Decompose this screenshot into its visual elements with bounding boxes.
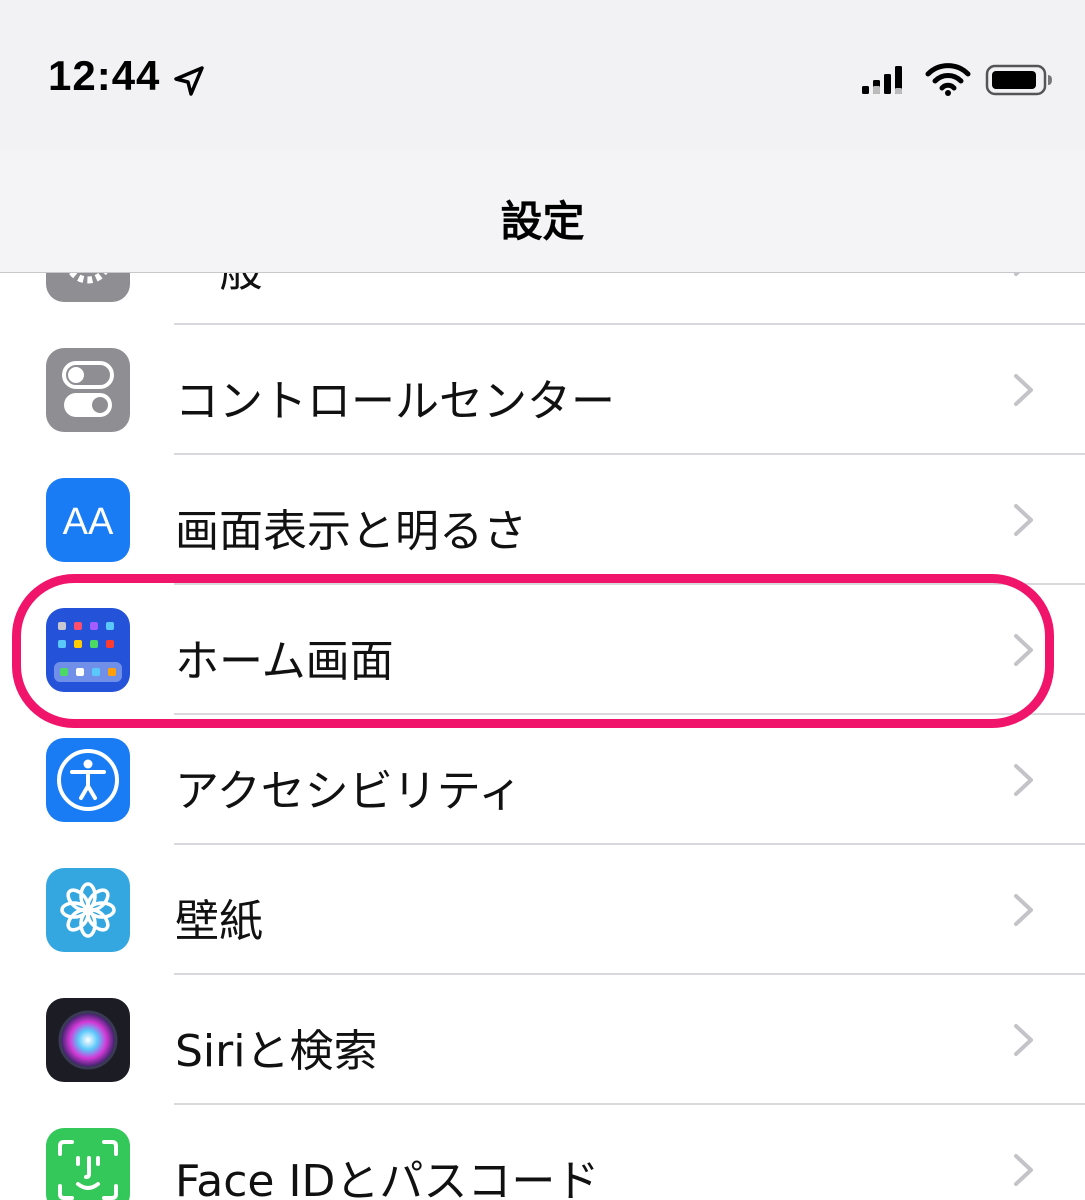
home-screen-grid-icon <box>46 608 130 692</box>
wifi-icon <box>925 63 971 96</box>
settings-row-face-id-passcode[interactable]: Face IDとパスコード <box>0 1105 1085 1200</box>
chevron-right-icon <box>1014 1154 1033 1186</box>
settings-row-label: コントロールセンター <box>175 376 615 427</box>
siri-icon <box>46 998 130 1082</box>
page-title: 設定 <box>500 197 585 246</box>
settings-row-label: Face IDとパスコード <box>175 1156 600 1200</box>
settings-row-general[interactable]: 一般 <box>0 273 1085 325</box>
cellular-signal-icon <box>862 66 902 94</box>
settings-row-label: アクセシビリティ <box>175 766 523 817</box>
location-arrow-icon <box>174 66 204 96</box>
settings-row-label: 画面表示と明るさ <box>175 506 527 557</box>
settings-row-label: 壁紙 <box>175 896 263 947</box>
accessibility-person-icon <box>46 738 130 822</box>
settings-row-label: Siriと検索 <box>175 1026 378 1077</box>
settings-row-display-brightness[interactable]: AA 画面表示と明るさ <box>0 455 1085 585</box>
settings-row-home-screen[interactable]: ホーム画面 <box>0 585 1085 715</box>
text-size-icon-letters: AA <box>63 501 114 543</box>
settings-row-control-center[interactable]: コントロールセンター <box>0 325 1085 455</box>
settings-list[interactable]: 一般 コントロールセンター AA 画 <box>0 273 1085 1200</box>
chevron-right-icon <box>1014 374 1033 406</box>
status-bar: 12:44 <box>0 0 1085 150</box>
chevron-right-icon <box>1014 634 1033 666</box>
toggle-switches-icon <box>46 348 130 432</box>
gear-icon <box>46 273 130 302</box>
chevron-right-icon <box>1014 894 1033 926</box>
chevron-right-icon <box>1014 504 1033 536</box>
settings-row-label: 一般 <box>175 273 263 299</box>
settings-row-label: ホーム画面 <box>175 636 394 687</box>
settings-row-siri-search[interactable]: Siriと検索 <box>0 975 1085 1105</box>
chevron-right-icon <box>1014 273 1021 276</box>
text-size-icon: AA <box>46 478 130 562</box>
flower-icon <box>46 868 130 952</box>
settings-row-accessibility[interactable]: アクセシビリティ <box>0 715 1085 845</box>
navigation-bar: 設定 <box>0 150 1085 273</box>
face-id-icon <box>46 1128 130 1200</box>
settings-row-wallpaper[interactable]: 壁紙 <box>0 845 1085 975</box>
chevron-right-icon <box>1014 764 1033 796</box>
status-time: 12:44 <box>48 52 161 99</box>
battery-icon <box>985 64 1052 96</box>
chevron-right-icon <box>1014 1024 1033 1056</box>
